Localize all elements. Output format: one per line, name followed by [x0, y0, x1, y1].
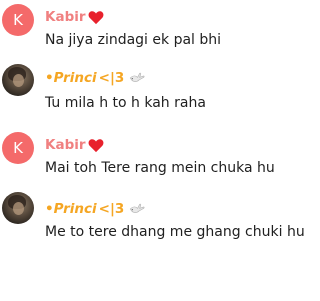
- message-text: Mai toh Tere rang mein chuka hu: [45, 160, 275, 176]
- sender-name-suffix: <|3: [98, 201, 125, 217]
- sender-name[interactable]: •Princi: [45, 201, 97, 217]
- message-text: Me to tere dhang me ghang chuki hu: [45, 224, 305, 240]
- chat-message[interactable]: K Kabir Mai toh Tere rang mein chuka hu: [0, 128, 320, 188]
- chat-message-list: K Kabir Na jiya zindagi ek pal bhi •Prin…: [0, 0, 320, 301]
- heart-icon: [88, 10, 103, 24]
- avatar[interactable]: [2, 64, 34, 96]
- chat-message[interactable]: K Kabir Na jiya zindagi ek pal bhi: [0, 0, 320, 60]
- heart-icon: [88, 138, 103, 152]
- chat-message[interactable]: •Princi <|3 Me to tere dhang me ghang ch…: [0, 188, 320, 248]
- avatar[interactable]: [2, 192, 34, 224]
- message-text: Tu mila h to h kah raha: [45, 95, 206, 111]
- sender-name-suffix: <|3: [98, 70, 125, 86]
- sender-name[interactable]: Kabir: [45, 137, 86, 153]
- avatar[interactable]: K: [2, 132, 34, 164]
- sender-name[interactable]: Kabir: [45, 9, 86, 25]
- chat-message[interactable]: •Princi <|3 Tu mila h to h kah raha: [0, 60, 320, 120]
- sender-name[interactable]: •Princi: [45, 70, 97, 86]
- message-text: Na jiya zindagi ek pal bhi: [45, 32, 222, 48]
- avatar[interactable]: K: [2, 4, 34, 36]
- dove-icon: [130, 203, 145, 213]
- dove-icon: [130, 72, 145, 82]
